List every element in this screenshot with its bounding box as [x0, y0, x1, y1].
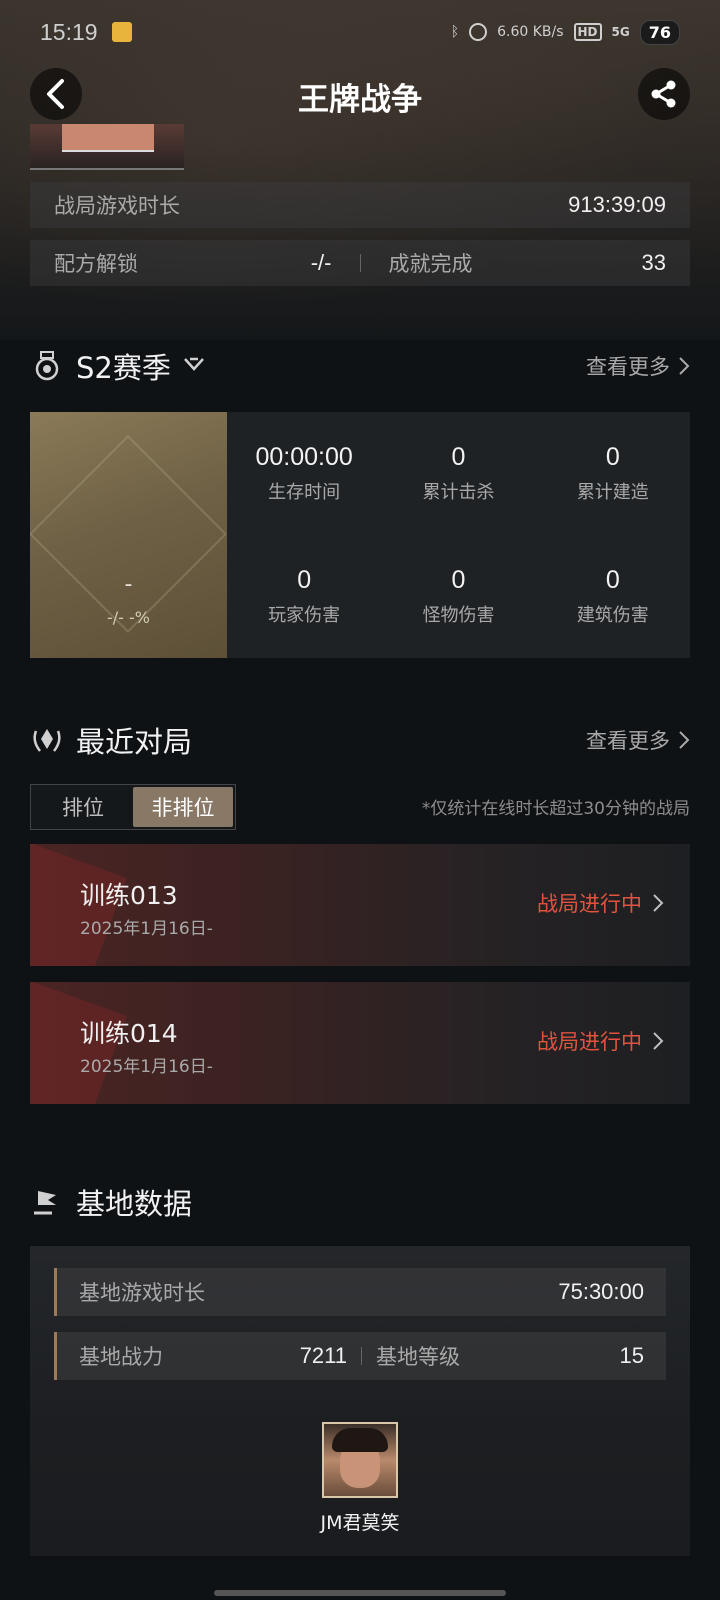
recipe-label: 配方解锁: [54, 252, 138, 276]
flag-icon: [30, 1185, 64, 1219]
rank-percent: -/- -%: [107, 608, 150, 627]
match-status: 战局进行中: [537, 888, 664, 918]
rank-value: -: [124, 572, 133, 597]
profile-avatar: [30, 124, 184, 170]
chevron-right-icon: [679, 731, 690, 749]
season-section-header: S2赛季 查看更多: [30, 342, 690, 390]
signal-icon: 5G: [611, 25, 630, 39]
chevron-down-icon[interactable]: [183, 356, 205, 376]
base-level-label: 基地等级: [376, 1345, 460, 1369]
base-section-header: 基地数据: [30, 1178, 690, 1226]
rank-emblem: [30, 435, 227, 633]
match-name: 训练014: [80, 1019, 178, 1048]
divider: [361, 1347, 362, 1365]
battle-time-label: 战局游戏时长: [54, 194, 180, 218]
match-type-tabs: 排位 非排位: [30, 784, 236, 830]
match-status-label: 战局进行中: [537, 892, 642, 916]
notification-icon: [111, 22, 132, 42]
stat-value: 0: [297, 566, 312, 594]
base-card: 基地游戏时长 75:30:00 基地战力 7211 基地等级 15 JM君莫笑: [30, 1246, 690, 1556]
player-avatar[interactable]: [322, 1422, 398, 1498]
medal-icon: [30, 349, 64, 383]
bluetooth-icon: ᛒ: [450, 24, 460, 40]
page-header: 王牌战争: [0, 64, 720, 124]
battle-time-value: 913:39:09: [568, 192, 666, 217]
match-card[interactable]: 训练013 2025年1月16日- 战局进行中: [30, 844, 690, 966]
stat-label: 累计建造: [576, 482, 649, 503]
divider: [359, 254, 361, 272]
stat-label: 生存时间: [268, 482, 341, 503]
recent-title: 最近对局: [76, 725, 193, 759]
base-title: 基地数据: [76, 1187, 193, 1221]
recipe-achievement-row: 配方解锁 -/- 成就完成 33: [30, 240, 690, 286]
achievement-value: 33: [641, 250, 666, 275]
laurel-icon: [30, 723, 64, 757]
chevron-right-icon: [679, 357, 690, 375]
net-speed: 6.60 KB/s: [497, 24, 564, 40]
base-power-value: 7211: [299, 1343, 347, 1368]
base-power-label: 基地战力: [79, 1345, 163, 1369]
stat-builds: 0 累计建造: [536, 412, 690, 535]
achievement-label: 成就完成: [388, 252, 473, 276]
chevron-right-icon: [653, 1032, 664, 1050]
base-level-value: 15: [619, 1343, 644, 1368]
match-date: 2025年1月16日-: [80, 919, 213, 939]
stat-value: 0: [451, 566, 466, 594]
battery-indicator: 76: [639, 19, 680, 45]
recipe-value: -/-: [310, 250, 332, 275]
match-name: 训练013: [80, 881, 178, 910]
match-date: 2025年1月16日-: [80, 1057, 213, 1077]
rank-tile: - -/- -%: [30, 412, 227, 658]
base-play-time-label: 基地游戏时长: [79, 1281, 205, 1305]
page-title: 王牌战争: [298, 82, 422, 118]
match-card[interactable]: 训练014 2025年1月16日- 战局进行中: [30, 982, 690, 1104]
stat-label: 建筑伤害: [576, 605, 649, 626]
stat-value: 0: [451, 443, 466, 471]
tab-ranked[interactable]: 排位: [33, 787, 133, 827]
home-indicator[interactable]: [214, 1590, 506, 1596]
season-more-link[interactable]: 查看更多: [586, 351, 690, 381]
base-play-time-value: 75:30:00: [558, 1279, 644, 1304]
share-icon: [651, 80, 676, 108]
season-card: - -/- -% 00:00:00 生存时间 0 累计击杀 0 累计建造 0 玩…: [30, 412, 690, 658]
season-title[interactable]: S2赛季: [76, 345, 171, 387]
status-time: 15:19: [40, 18, 98, 45]
stat-label: 玩家伤害: [268, 605, 341, 626]
profile-avatar-face: [62, 124, 154, 152]
speedometer-icon: [469, 23, 488, 41]
avatar-hair: [332, 1428, 388, 1452]
stat-label: 累计击杀: [422, 482, 495, 503]
stat-monster-damage: 0 怪物伤害: [381, 535, 535, 658]
share-button[interactable]: [638, 68, 690, 120]
battle-time-row: 战局游戏时长 913:39:09: [30, 182, 690, 228]
base-play-time-row: 基地游戏时长 75:30:00: [54, 1268, 666, 1316]
stat-value: 00:00:00: [255, 443, 353, 471]
recent-section-header: 最近对局 查看更多: [30, 716, 690, 764]
stat-building-damage: 0 建筑伤害: [536, 535, 690, 658]
base-power-level-row: 基地战力 7211 基地等级 15: [54, 1332, 666, 1380]
stats-note: *仅统计在线时长超过30分钟的战局: [421, 799, 690, 819]
tab-unranked[interactable]: 非排位: [133, 787, 233, 827]
stat-value: 0: [605, 443, 620, 471]
recent-more-link[interactable]: 查看更多: [586, 725, 690, 755]
stat-survival-time: 00:00:00 生存时间: [227, 412, 381, 535]
stat-value: 0: [605, 566, 620, 594]
recent-more-label: 查看更多: [586, 729, 670, 753]
status-right: ᛒ 6.60 KB/s HD 5G 76: [450, 19, 680, 45]
status-bar: 15:19 ᛒ 6.60 KB/s HD 5G 76: [0, 0, 720, 64]
season-more-label: 查看更多: [586, 355, 670, 379]
chevron-right-icon: [653, 894, 664, 912]
stat-player-damage: 0 玩家伤害: [227, 535, 381, 658]
match-status-label: 战局进行中: [537, 1030, 642, 1054]
stat-kills: 0 累计击杀: [381, 412, 535, 535]
match-status: 战局进行中: [537, 1026, 664, 1056]
hd-badge: HD: [573, 23, 602, 41]
player-name: JM君莫笑: [320, 1512, 400, 1534]
season-stats-grid: 00:00:00 生存时间 0 累计击杀 0 累计建造 0 玩家伤害 0 怪物伤…: [227, 412, 690, 658]
stat-label: 怪物伤害: [422, 605, 495, 626]
